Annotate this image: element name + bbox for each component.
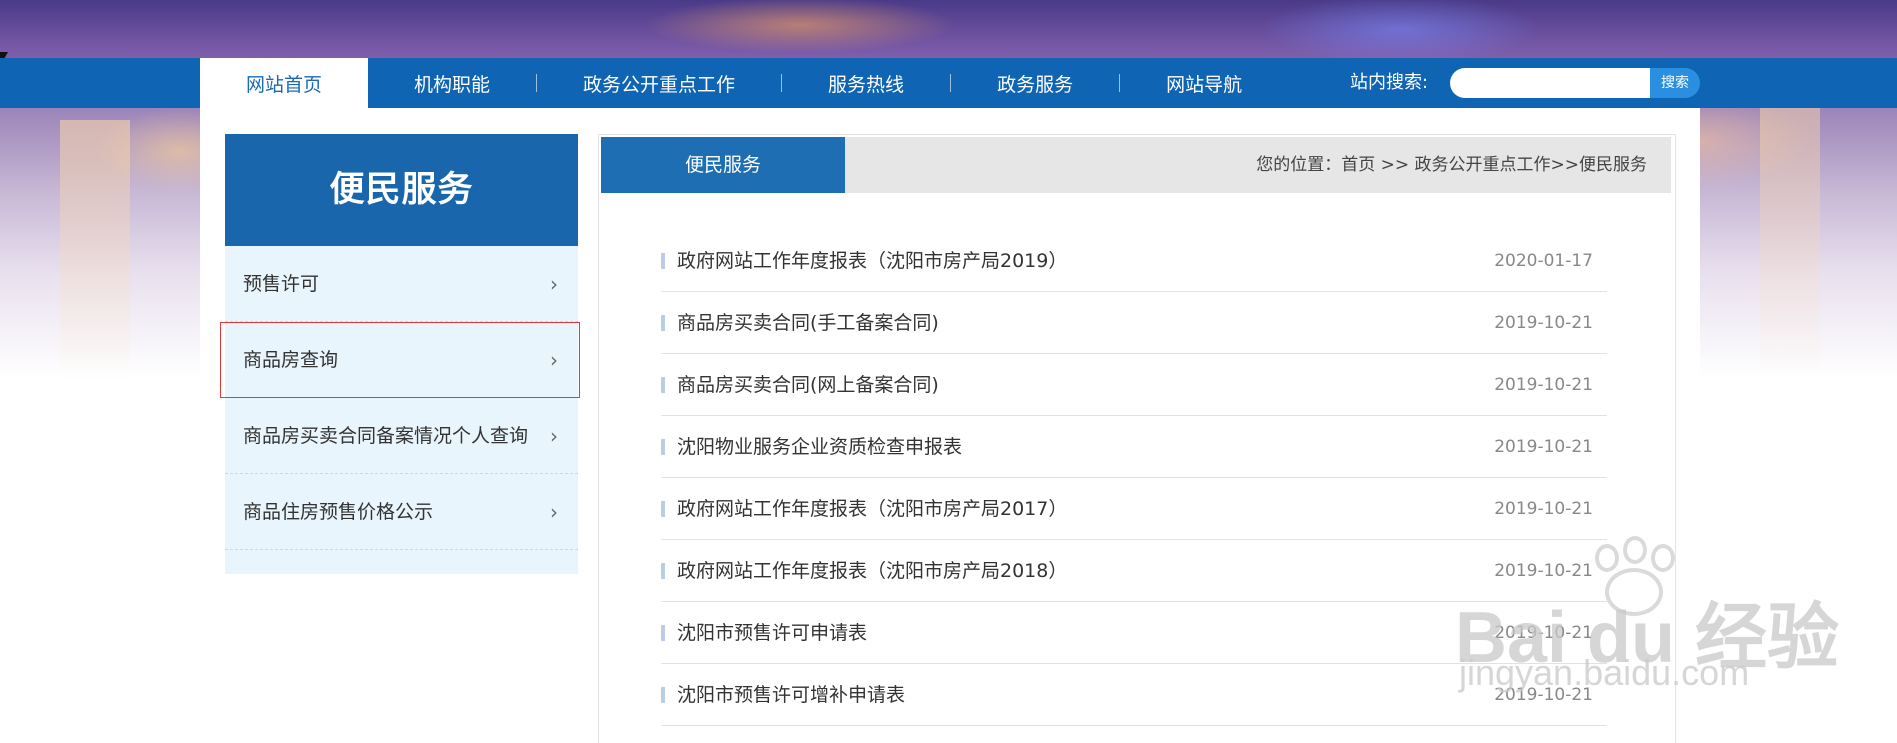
list-item[interactable]: 商品房买卖合同(网上备案合同) 2019-10-21 [661,354,1607,416]
list-bullet [661,501,665,517]
sidebar-item-label: 商品住房预售价格公示 [243,501,434,523]
list-item-date: 2019-10-21 [1494,313,1593,333]
tab-convenience-services[interactable]: 便民服务 [601,137,845,193]
list-item[interactable]: 商品房买卖合同(手工备案合同) 2019-10-21 [661,292,1607,354]
watermark-url: jingyan.baidu.com [1459,652,1750,693]
sidebar-menu: 预售许可 › 商品房查询 › 商品房买卖合同备案情况个人查询 › 商品住房预售价… [220,246,580,574]
list-bullet [661,563,665,579]
list-item-title[interactable]: 政府网站工作年度报表（沈阳市房产局2017） [677,478,1067,540]
nav-item-site-nav[interactable]: 网站导航 [1120,58,1288,108]
top-nav: 网站首页 机构职能 政务公开重点工作 服务热线 政务服务 网站导航 站内搜索: … [0,58,1897,108]
list-item-title[interactable]: 沈阳物业服务企业资质检查申报表 [677,416,962,478]
search-input[interactable] [1450,68,1650,98]
list-item-date: 2019-10-21 [1494,375,1593,395]
list-item-date: 2019-10-21 [1494,499,1593,519]
nav-item-home[interactable]: 网站首页 [200,58,369,108]
sidebar-item-label: 预售许可 [243,273,320,295]
sidebar-item-price-notice[interactable]: 商品住房预售价格公示 › [225,474,578,550]
nav-item-gov-services[interactable]: 政务服务 [951,58,1119,108]
search-button[interactable]: 搜索 [1650,68,1700,98]
list-bullet [661,687,665,703]
list-item-date: 2020-01-17 [1494,251,1593,271]
list-item-title[interactable]: 沈阳市预售许可申请表 [677,602,867,664]
nav-item-hotline[interactable]: 服务热线 [782,58,950,108]
nav-item-functions[interactable]: 机构职能 [368,58,536,108]
list-item-title[interactable]: 沈阳市预售许可增补申请表 [677,664,905,726]
list-bullet [661,253,665,269]
list-item-title[interactable]: 商品房买卖合同(网上备案合同) [677,354,939,416]
list-bullet [661,315,665,331]
sidebar-item-label: 商品房查询 [243,349,339,371]
chevron-right-icon: › [550,500,558,524]
list-bullet [661,625,665,641]
sidebar-item-contract-query[interactable]: 商品房买卖合同备案情况个人查询 › [225,398,578,474]
list-item[interactable]: 政府网站工作年度报表（沈阳市房产局2019） 2020-01-17 [661,230,1607,292]
list-item-title[interactable]: 商品房买卖合同(手工备案合同) [677,292,939,354]
search-label: 站内搜索: [1350,72,1429,93]
list-item[interactable]: 政府网站工作年度报表（沈阳市房产局2017） 2019-10-21 [661,478,1607,540]
breadcrumb: 您的位置：首页 >> 政务公开重点工作>>便民服务 [1256,155,1647,175]
sidebar-item-label: 商品房买卖合同备案情况个人查询 [243,425,529,447]
panel-header: 便民服务 您的位置：首页 >> 政务公开重点工作>>便民服务 [601,137,1671,193]
list-item[interactable]: 沈阳物业服务企业资质检查申报表 2019-10-21 [661,416,1607,478]
chevron-right-icon: › [550,424,558,448]
list-bullet [661,377,665,393]
list-bullet [661,439,665,455]
chevron-right-icon: › [550,272,558,296]
sidebar-title: 便民服务 [225,134,578,246]
sidebar-item-presale-permit[interactable]: 预售许可 › [225,246,578,322]
list-item-date: 2019-10-21 [1494,437,1593,457]
list-item-title[interactable]: 政府网站工作年度报表（沈阳市房产局2018） [677,540,1067,602]
list-item-title[interactable]: 政府网站工作年度报表（沈阳市房产局2019） [677,230,1067,292]
chevron-right-icon: › [550,348,558,372]
sidebar-item-housing-query[interactable]: 商品房查询 › [220,322,580,398]
nav-item-public-affairs[interactable]: 政务公开重点工作 [537,58,781,108]
nav-menu: 网站首页 机构职能 政务公开重点工作 服务热线 政务服务 网站导航 [200,58,1288,108]
